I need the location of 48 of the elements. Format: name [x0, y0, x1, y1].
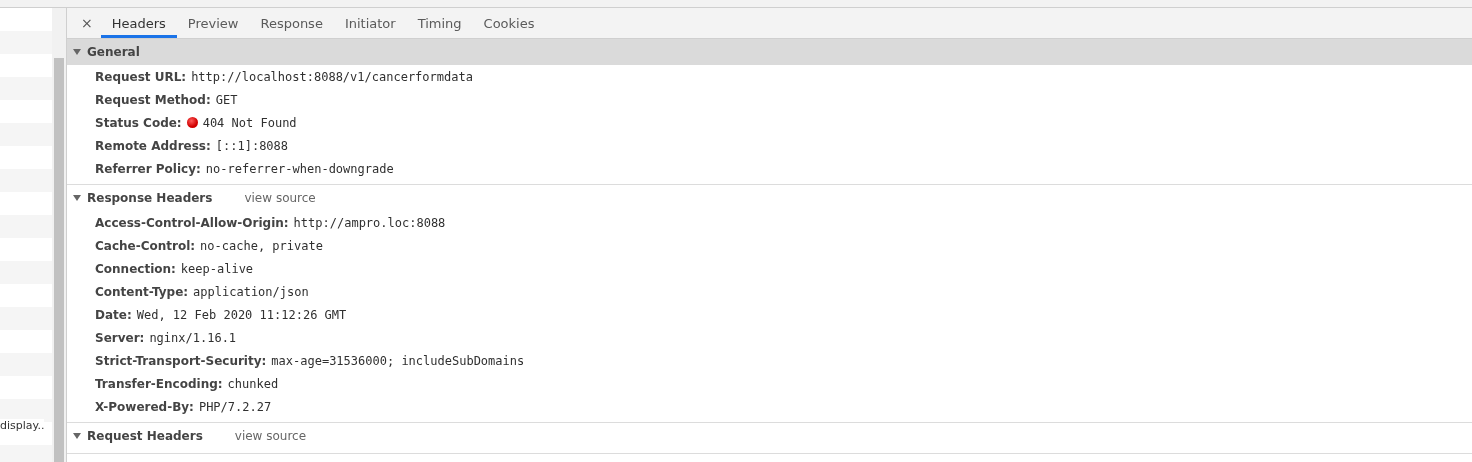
section-title: General	[87, 45, 140, 59]
tab[interactable]: Preview	[176, 8, 250, 38]
section-header[interactable]: General	[67, 39, 1472, 65]
header-name: Content-Type:	[95, 284, 189, 299]
header-value: nginx/1.16.1	[149, 330, 237, 345]
header-value: PHP/7.2.27	[198, 399, 272, 414]
tab[interactable]: Timing	[406, 8, 473, 38]
header-name: Status Code:	[95, 115, 182, 130]
header-name: Remote Address:	[95, 138, 211, 153]
header-name: Request Method:	[95, 92, 211, 107]
request-name[interactable]: display..	[0, 419, 45, 432]
triangle-icon[interactable]	[73, 48, 81, 56]
header-value: no-referrer-when-downgrade	[205, 161, 394, 176]
status-dot-icon	[186, 117, 198, 128]
section-header[interactable]: Response Headers view source	[67, 185, 1472, 211]
header-value: 404 Not Found	[202, 115, 297, 130]
header-name: Referrer Policy:	[95, 161, 201, 176]
tab[interactable]: Initiator	[333, 8, 407, 38]
section-title: Response Headers	[87, 191, 213, 205]
view-source-link[interactable]: view source	[244, 191, 316, 205]
header-value: max-age=31536000; includeSubDomains	[271, 353, 525, 368]
header-value: [::1]:8088	[215, 138, 289, 153]
header-value: Wed, 12 Feb 2020 11:12:26 GMT	[136, 307, 347, 322]
header-value: http://localhost:8088/v1/cancerformdata	[191, 69, 473, 84]
header-name: Connection:	[95, 261, 176, 276]
tab[interactable]: Response	[249, 8, 334, 38]
header-name: Transfer-Encoding:	[95, 376, 223, 391]
header-name: X-Powered-By:	[95, 399, 194, 414]
header-value: application/json	[193, 284, 309, 299]
header-value: GET	[215, 92, 238, 107]
header-name: Access-Control-Allow-Origin:	[95, 215, 289, 230]
section-header[interactable]: Request Headers view source	[67, 423, 1472, 449]
header-name: Strict-Transport-Security:	[95, 353, 267, 368]
tab[interactable]: Cookies	[472, 8, 546, 38]
header-value: keep-alive	[180, 261, 254, 276]
header-name: Request URL:	[95, 69, 187, 84]
header-name: Server:	[95, 330, 145, 345]
header-name: Date:	[95, 307, 132, 322]
triangle-icon[interactable]	[73, 432, 81, 440]
section-title: Request Headers	[87, 429, 203, 443]
scrollbar[interactable]	[52, 8, 66, 462]
header-value: http://ampro.loc:8088	[293, 215, 446, 230]
close-button[interactable]: ×	[73, 8, 101, 38]
triangle-icon[interactable]	[73, 194, 81, 202]
view-source-link[interactable]: view source	[234, 429, 307, 443]
header-value: chunked	[227, 376, 279, 391]
header-name: Cache-Control:	[95, 238, 196, 253]
header-value: no-cache, private	[200, 238, 323, 253]
